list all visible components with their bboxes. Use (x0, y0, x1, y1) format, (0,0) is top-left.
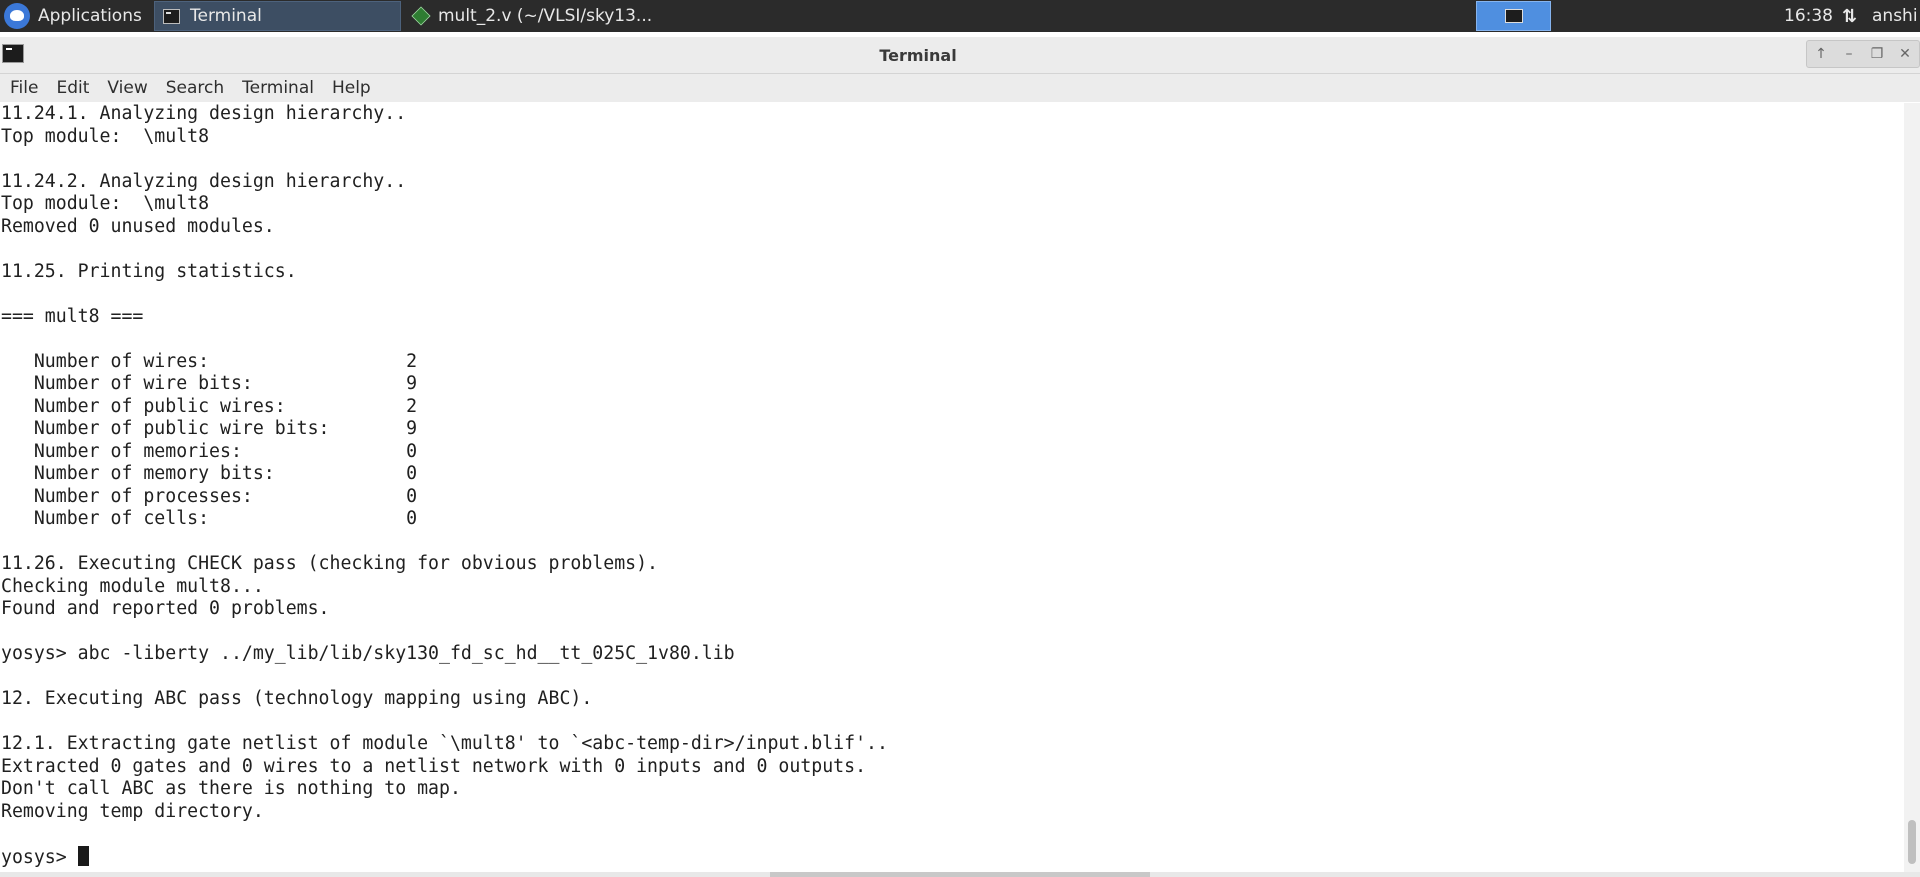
menu-file[interactable]: File (0, 78, 46, 98)
terminal-line: Top module: \mult8 (1, 125, 210, 147)
terminal-scrollbar[interactable] (1904, 103, 1920, 877)
top-panel: Applications Terminal mult_2.v (~/VLSI/s… (0, 0, 1920, 32)
window-titlebar[interactable]: Terminal ↑ – ❐ ✕ (0, 37, 1920, 74)
terminal-line: Number of memories: 0 (1, 440, 418, 462)
terminal-line: Found and reported 0 problems. (1, 598, 330, 619)
terminal-line: Removing temp directory. (1, 800, 264, 822)
menu-bar: File Edit View Search Terminal Help (0, 74, 1920, 102)
terminal-line: 12. Executing ABC pass (technology mappi… (1, 688, 593, 709)
terminal-line: Top module: \mult8 (1, 193, 210, 214)
terminal-line: Number of cells: 0 (1, 508, 418, 529)
workspace-switcher[interactable] (1476, 1, 1551, 31)
terminal-line: Number of memory bits: 0 (1, 463, 418, 484)
taskbar-item-terminal[interactable]: Terminal (154, 1, 401, 31)
terminal-line: 11.26. Executing CHECK pass (checking fo… (1, 553, 658, 574)
terminal-line: Removed 0 unused modules. (1, 215, 275, 237)
taskbar-item-vim[interactable]: mult_2.v (~/VLSI/sky13... (404, 1, 664, 31)
taskbar-item-label: mult_2.v (~/VLSI/sky13... (438, 6, 653, 26)
menu-search[interactable]: Search (156, 78, 232, 98)
terminal-line: 11.24.2. Analyzing design hierarchy.. (1, 170, 407, 192)
terminal-line: 11.24.1. Analyzing design hierarchy.. (1, 103, 407, 124)
menu-terminal[interactable]: Terminal (232, 78, 322, 98)
shade-button[interactable]: ↑ (1810, 46, 1832, 62)
terminal-line: Number of processes: 0 (1, 485, 418, 507)
menu-view[interactable]: View (97, 78, 155, 98)
network-icon[interactable]: ⇅ (1842, 0, 1857, 32)
maximize-button[interactable]: ❐ (1866, 46, 1888, 62)
workspace-window-icon (1504, 9, 1523, 23)
terminal-line: 11.25. Printing statistics. (1, 260, 297, 282)
shell-prompt: yosys> (1, 846, 78, 868)
terminal-line: Number of public wire bits: 9 (1, 418, 418, 439)
terminal-line: Number of wire bits: 9 (1, 373, 418, 394)
terminal-line: Don't call ABC as there is nothing to ma… (1, 778, 461, 799)
terminal-icon (163, 8, 180, 24)
terminal-prompt-line[interactable]: yosys> (0, 845, 1904, 869)
menu-help[interactable]: Help (322, 78, 379, 98)
horizontal-scroll-region (0, 872, 1920, 877)
user-menu[interactable]: anshi (1872, 0, 1918, 32)
close-button[interactable]: ✕ (1894, 46, 1916, 62)
vim-icon (411, 6, 431, 26)
terminal-output[interactable]: 11.24.1. Analyzing design hierarchy.. Top… (0, 103, 1904, 877)
xfce-logo-icon (4, 3, 30, 29)
window-controls: ↑ – ❐ ✕ (1806, 40, 1920, 68)
terminal-line: === mult8 === (1, 305, 144, 327)
terminal-line: Number of public wires: 2 (1, 395, 418, 417)
applications-label: Applications (38, 6, 142, 26)
window-title: Terminal (879, 45, 957, 65)
applications-menu-button[interactable]: Applications (0, 0, 154, 32)
taskbar-item-label: Terminal (190, 6, 262, 26)
terminal-line: yosys> abc -liberty ../my_lib/lib/sky130… (1, 643, 735, 664)
clock[interactable]: 16:38 (1784, 0, 1833, 32)
menu-edit[interactable]: Edit (46, 78, 97, 98)
horizontal-scroll-thumb[interactable] (770, 872, 1150, 877)
terminal-line: Number of wires: 2 (1, 350, 418, 372)
terminal-line: Extracted 0 gates and 0 wires to a netli… (1, 755, 867, 777)
scrollbar-thumb[interactable] (1908, 820, 1916, 864)
text-cursor (77, 845, 89, 866)
minimize-button[interactable]: – (1838, 46, 1860, 62)
terminal-line: Checking module mult8... (1, 575, 264, 597)
terminal-line: 12.1. Extracting gate netlist of module … (1, 733, 888, 754)
